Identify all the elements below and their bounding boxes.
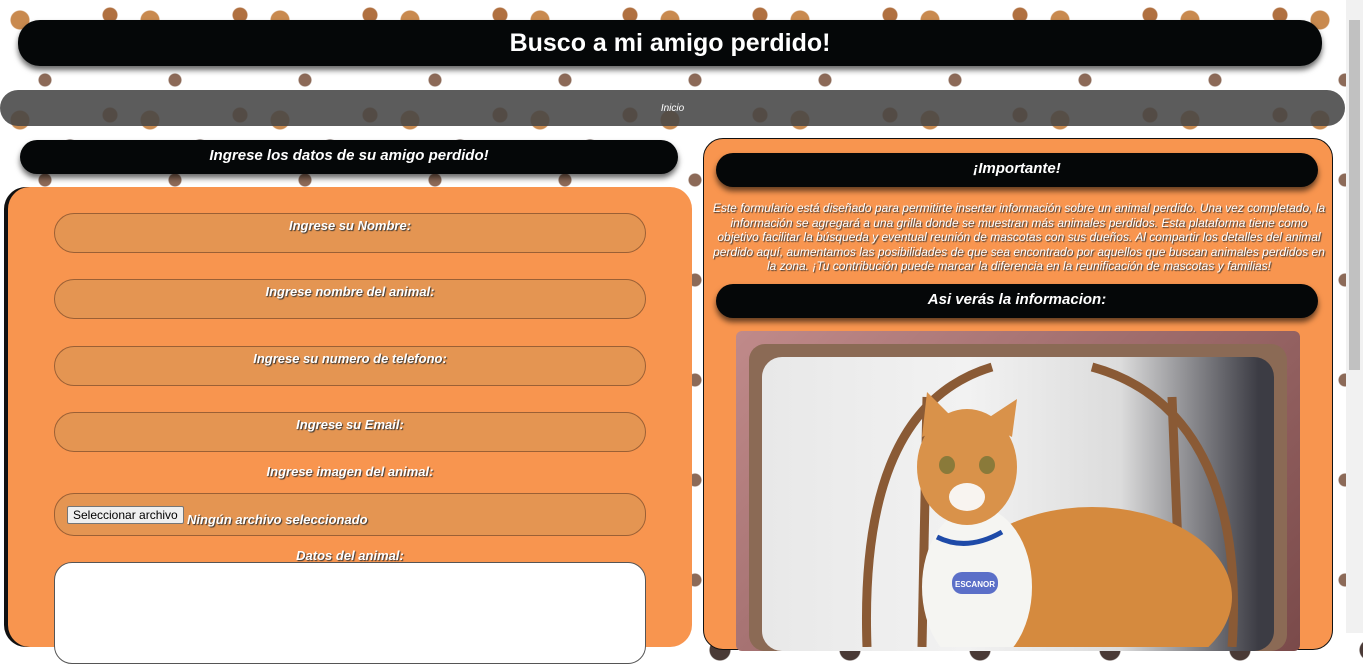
form-heading: Ingrese los datos de su amigo perdido! (20, 140, 678, 174)
pet-tag-text: ESCANOR (955, 580, 995, 589)
example-image-frame: ESCANOR (736, 331, 1300, 651)
lost-pet-form: Ingrese su Nombre: Ingrese nombre del an… (8, 187, 692, 664)
animal-name-field[interactable]: Ingrese nombre del animal: (54, 279, 646, 319)
scrollbar-thumb[interactable] (1349, 20, 1360, 370)
phone-field[interactable]: Ingrese su numero de telefono: (54, 346, 646, 386)
nav-bar: Inicio (0, 90, 1345, 126)
email-field[interactable]: Ingrese su Email: (54, 412, 646, 452)
page-title: Busco a mi amigo perdido! (18, 20, 1322, 66)
email-label: Ingrese su Email: (296, 417, 404, 432)
info-panel: ¡Importante! Este formulario está diseña… (703, 138, 1333, 651)
page-scrollbar[interactable] (1346, 0, 1363, 633)
animal-name-label: Ingrese nombre del animal: (265, 284, 435, 299)
details-textarea[interactable] (54, 562, 646, 664)
select-file-button[interactable]: Seleccionar archivo (67, 506, 184, 524)
cat-illustration: ESCANOR (862, 362, 1238, 651)
details-label: Datos del animal: (296, 548, 404, 563)
image-file-field: Seleccionar archivo Ningún archivo selec… (54, 493, 646, 536)
info-text: Este formulario está diseñado para permi… (712, 201, 1326, 273)
file-status: Ningún archivo seleccionado (187, 512, 368, 527)
image-label: Ingrese imagen del animal: (266, 464, 434, 479)
owner-name-field[interactable]: Ingrese su Nombre: (54, 213, 646, 253)
nav-link-inicio[interactable]: Inicio (661, 103, 684, 114)
phone-label: Ingrese su numero de telefono: (253, 351, 447, 366)
cat-photo: ESCANOR (762, 357, 1274, 651)
owner-name-label: Ingrese su Nombre: (288, 218, 412, 233)
important-heading: ¡Importante! (716, 153, 1318, 187)
example-heading: Asi verás la informacion: (716, 284, 1318, 318)
